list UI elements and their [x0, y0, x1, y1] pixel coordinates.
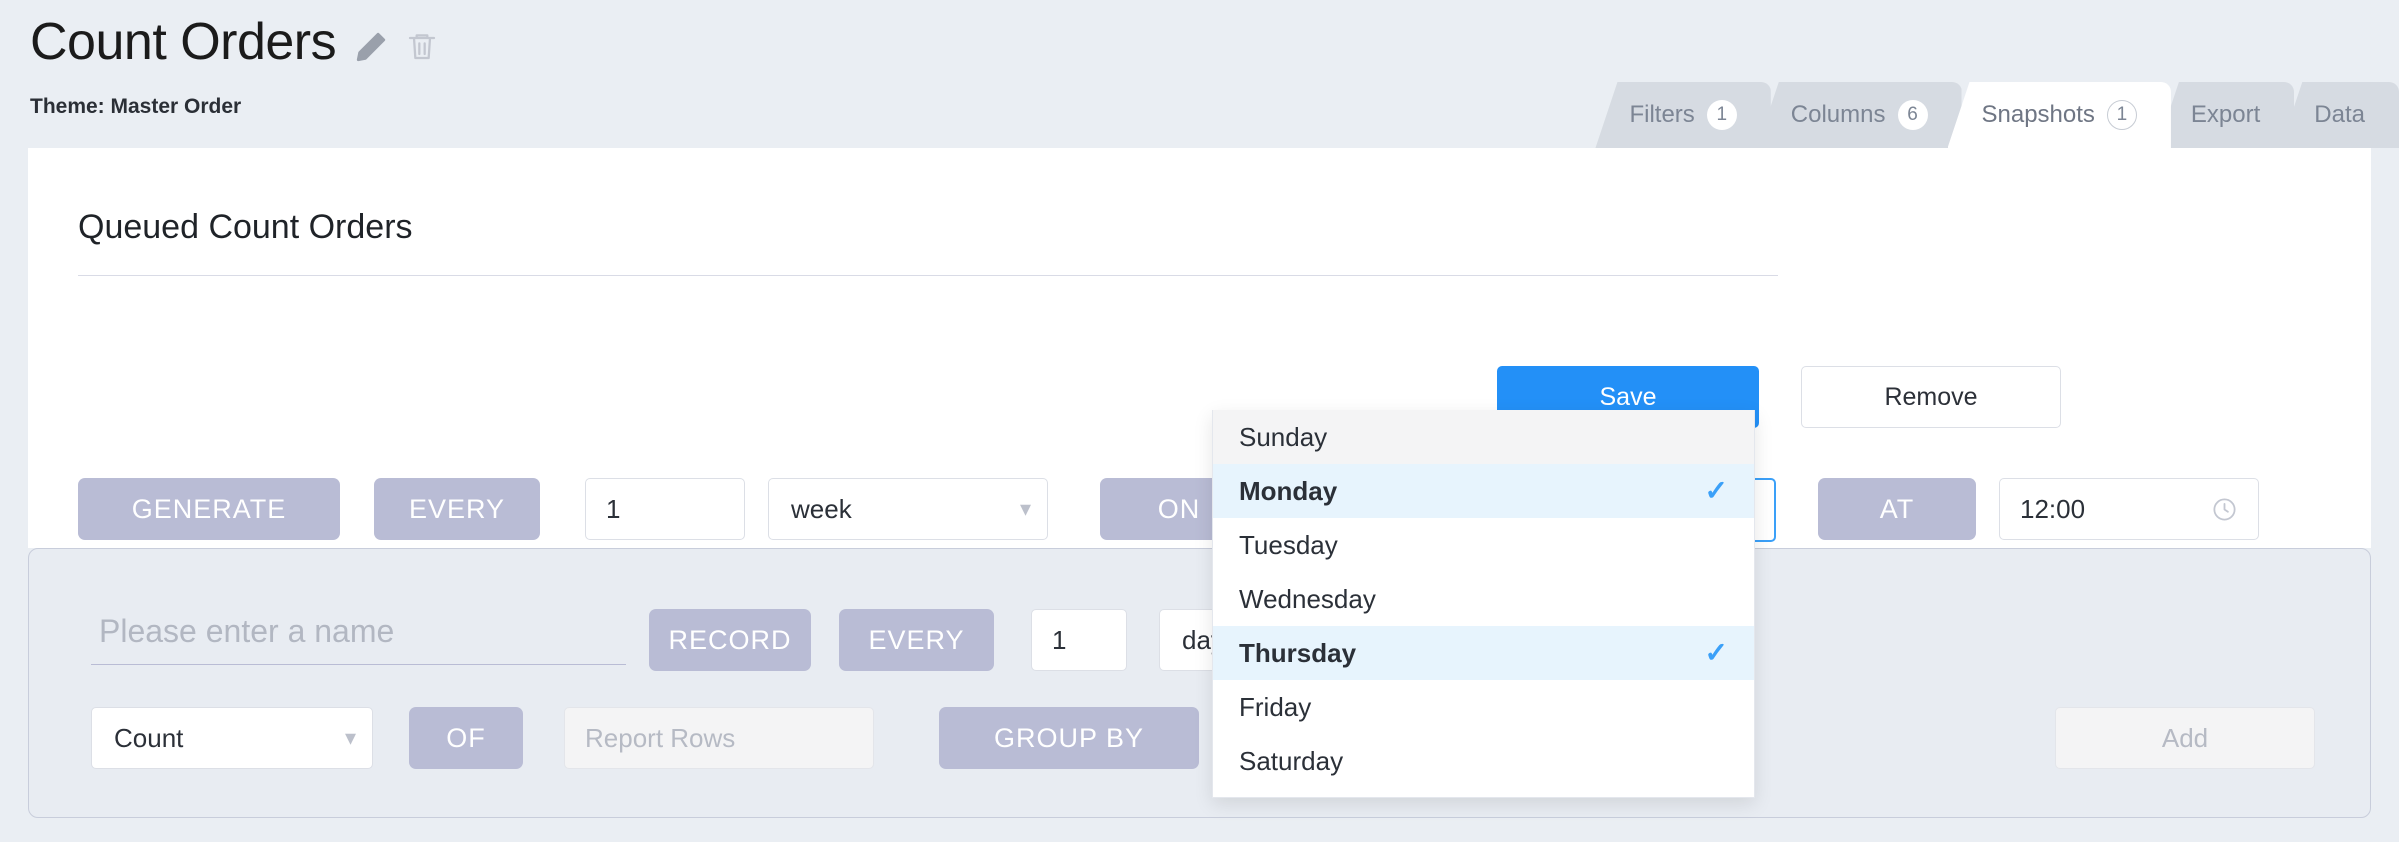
theme-label: Theme: Master Order — [30, 95, 242, 118]
tab-badge: 1 — [1706, 100, 1737, 130]
trash-icon[interactable] — [406, 30, 440, 64]
tab-bar: Filters 1 Columns 6 Snapshots 1 Export D… — [1595, 76, 2399, 148]
dropdown-option-friday[interactable]: Friday — [1213, 680, 1754, 734]
option-label: Wednesday — [1239, 583, 1376, 614]
tab-label: Columns — [1790, 101, 1886, 128]
at-button[interactable]: AT — [1818, 478, 1976, 540]
page-header: Count Orders Theme: Master Order Filters… — [0, 0, 2399, 150]
tab-label: Data — [2314, 101, 2365, 128]
dropdown-option-sunday[interactable]: Sunday — [1213, 410, 1754, 464]
tab-export[interactable]: Export — [2156, 82, 2295, 148]
tab-filters[interactable]: Filters 1 — [1595, 82, 1771, 148]
weekday-dropdown[interactable]: Sunday Monday ✓ Tuesday Wednesday Thursd… — [1212, 410, 1755, 798]
dropdown-option-thursday[interactable]: Thursday ✓ — [1213, 626, 1754, 680]
option-label: Thursday — [1239, 637, 1357, 668]
interval-input[interactable] — [585, 478, 745, 540]
record-button[interactable]: RECORD — [649, 609, 811, 671]
tab-label: Snapshots — [1981, 101, 2095, 128]
generate-button[interactable]: GENERATE — [78, 478, 340, 540]
snapshots-card: Queued Count Orders Save Remove GENERATE… — [28, 148, 2371, 638]
check-icon: ✓ — [1704, 475, 1728, 506]
tab-label: Filters — [1629, 101, 1695, 128]
every-button[interactable]: EVERY — [374, 478, 540, 540]
dropdown-option-wednesday[interactable]: Wednesday — [1213, 572, 1754, 626]
card-title: Queued Count Orders — [78, 208, 1778, 276]
tab-snapshots[interactable]: Snapshots 1 — [1947, 82, 2171, 148]
aggregate-value: Count — [114, 722, 184, 753]
of-button[interactable]: OF — [409, 707, 523, 769]
time-input[interactable]: 12:00 — [1999, 478, 2259, 540]
option-label: Saturday — [1239, 745, 1344, 776]
page-title: Count Orders — [30, 13, 337, 71]
check-icon: ✓ — [1704, 637, 1728, 668]
option-label: Sunday — [1239, 421, 1328, 452]
interval-unit-select[interactable]: week ▾ — [768, 478, 1048, 540]
clock-icon — [2211, 496, 2238, 523]
remove-button[interactable]: Remove — [1801, 366, 2061, 428]
aggregate-select[interactable]: Count ▾ — [91, 707, 373, 769]
tab-badge: 1 — [2106, 100, 2137, 130]
tab-badge: 6 — [1897, 100, 1928, 130]
new-snapshot-panel: RECORD EVERY day ▾ Count ▾ OF GROUP BY A… — [28, 548, 2371, 818]
tab-columns[interactable]: Columns 6 — [1756, 82, 1962, 148]
snapshot-name-input[interactable] — [91, 607, 626, 665]
title-row: Count Orders — [30, 12, 440, 72]
option-label: Tuesday — [1239, 529, 1338, 560]
tab-label: Export — [2190, 101, 2261, 128]
add-button[interactable]: Add — [2055, 707, 2315, 769]
option-label: Monday — [1239, 475, 1338, 506]
option-label: Friday — [1239, 691, 1312, 722]
group-by-button[interactable]: GROUP BY — [939, 707, 1199, 769]
tab-data[interactable]: Data — [2280, 82, 2399, 148]
dropdown-option-tuesday[interactable]: Tuesday — [1213, 518, 1754, 572]
card-title-wrap: Queued Count Orders — [78, 208, 1778, 276]
time-value: 12:00 — [2020, 493, 2086, 524]
every-button[interactable]: EVERY — [839, 609, 994, 671]
dropdown-option-monday[interactable]: Monday ✓ — [1213, 464, 1754, 518]
interval-unit-value: week — [791, 493, 852, 524]
pencil-icon[interactable] — [354, 30, 388, 64]
chevron-down-icon: ▾ — [1019, 496, 1031, 521]
interval-input[interactable] — [1031, 609, 1127, 671]
chevron-down-icon: ▾ — [344, 725, 356, 750]
report-rows-input[interactable] — [564, 707, 874, 769]
dropdown-option-saturday[interactable]: Saturday — [1213, 734, 1754, 788]
